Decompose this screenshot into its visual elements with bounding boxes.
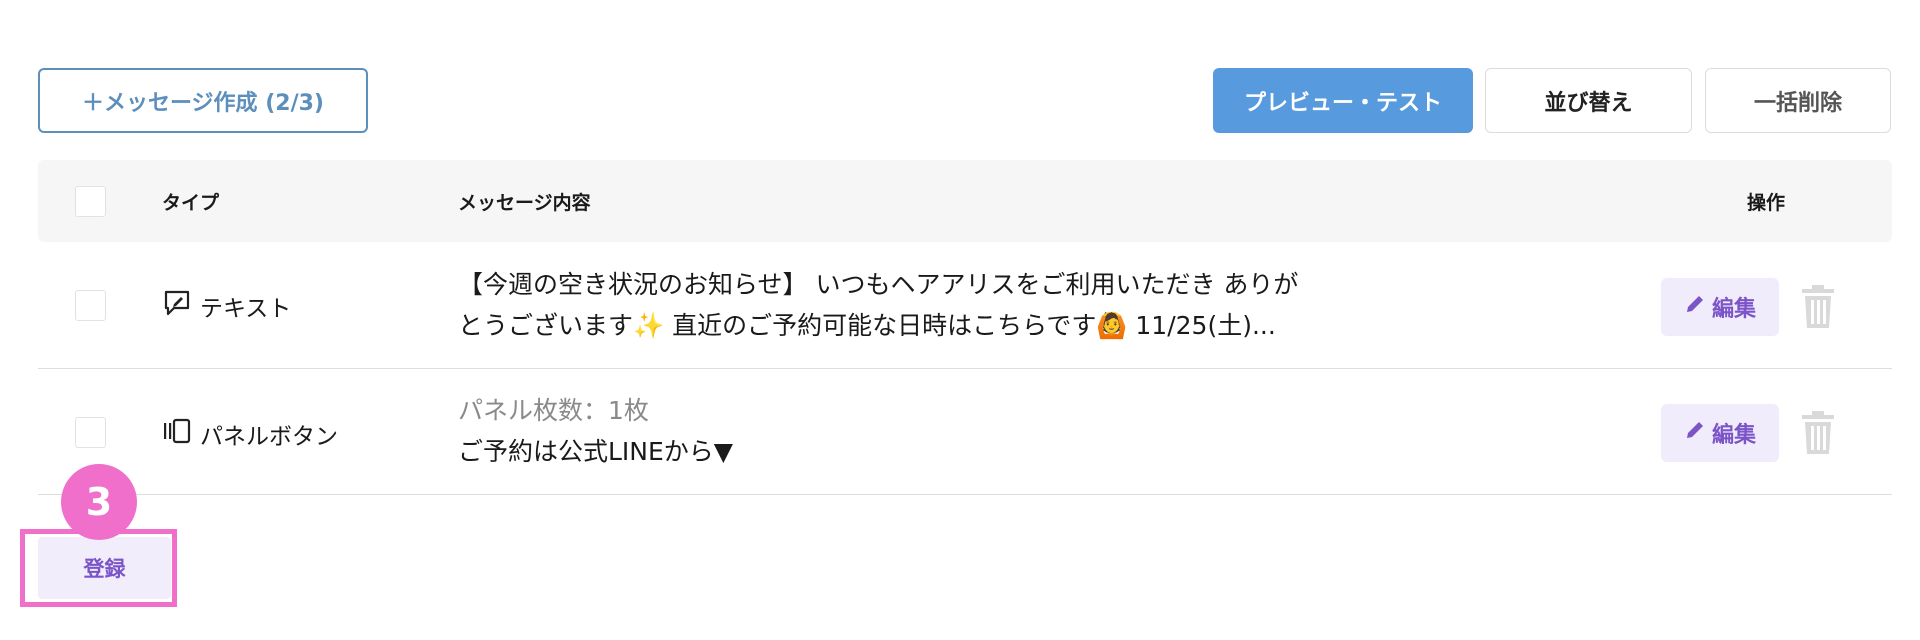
message-content: 【今週の空き状況のお知らせ】 いつもヘアアリスをご利用いただき ありが とうござ… bbox=[458, 264, 1298, 346]
pencil-icon bbox=[1684, 293, 1706, 321]
header-content: メッセージ内容 bbox=[458, 191, 591, 214]
message-line: 【今週の空き状況のお知らせ】 いつもヘアアリスをご利用いただき ありが bbox=[458, 270, 1299, 299]
message-line: ご予約は公式LINEから▼ bbox=[458, 437, 734, 466]
trash-icon[interactable] bbox=[1800, 285, 1836, 329]
annotation-highlight-box bbox=[20, 529, 177, 607]
panel-count: パネル枚数：1枚 bbox=[458, 396, 649, 425]
type-label: テキスト bbox=[200, 296, 292, 322]
type-label: パネルボタン bbox=[200, 424, 338, 450]
message-content: パネル枚数：1枚 ご予約は公式LINEから▼ bbox=[458, 390, 733, 472]
bulk-delete-button[interactable]: 一括削除 bbox=[1705, 68, 1891, 133]
row-checkbox[interactable] bbox=[75, 290, 106, 321]
message-line: とうございます✨ 直近のご予約可能な日時はこちらです🙆 11/25(土)... bbox=[458, 311, 1276, 340]
table-row: パネルボタン パネル枚数：1枚 ご予約は公式LINEから▼ 編集 bbox=[38, 370, 1892, 495]
edit-label: 編集 bbox=[1711, 423, 1756, 448]
edit-button[interactable]: 編集 bbox=[1661, 404, 1779, 462]
message-editor-page: ＋メッセージ作成 (2/3) プレビュー・テスト 並び替え 一括削除 タイプ メ… bbox=[0, 0, 1920, 640]
table-row: テキスト 【今週の空き状況のお知らせ】 いつもヘアアリスをご利用いただき ありが… bbox=[38, 244, 1892, 369]
trash-icon[interactable] bbox=[1800, 411, 1836, 455]
table-header: タイプ メッセージ内容 操作 bbox=[38, 160, 1892, 242]
panel-carousel-icon bbox=[162, 416, 192, 452]
edit-label: 編集 bbox=[1711, 297, 1756, 322]
pencil-icon bbox=[1684, 419, 1706, 447]
sort-button[interactable]: 並び替え bbox=[1485, 68, 1692, 133]
step-number-badge: 3 bbox=[61, 464, 137, 540]
header-actions: 操作 bbox=[1747, 191, 1786, 214]
edit-button[interactable]: 編集 bbox=[1661, 278, 1779, 336]
type-cell: テキスト bbox=[162, 288, 291, 324]
create-message-button[interactable]: ＋メッセージ作成 (2/3) bbox=[38, 68, 368, 133]
preview-test-button[interactable]: プレビュー・テスト bbox=[1213, 68, 1473, 133]
header-type: タイプ bbox=[162, 191, 220, 214]
type-cell: パネルボタン bbox=[162, 416, 338, 452]
select-all-checkbox[interactable] bbox=[75, 186, 106, 217]
chat-bubble-edit-icon bbox=[162, 288, 192, 324]
row-checkbox[interactable] bbox=[75, 417, 106, 448]
